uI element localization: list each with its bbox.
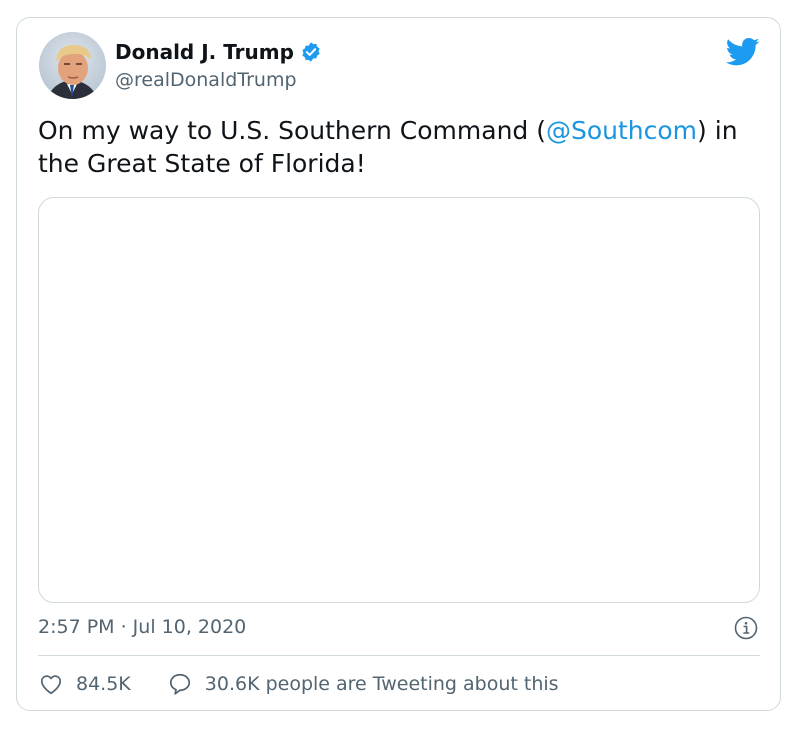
display-name[interactable]: Donald J. Trump (115, 40, 322, 64)
verified-badge-icon (300, 41, 322, 63)
tweet-text-start: On my way to U.S. Southern Command ( (38, 116, 546, 145)
user-handle[interactable]: @realDonaldTrump (115, 68, 297, 92)
mention-link[interactable]: @Southcom (546, 116, 697, 145)
divider (38, 655, 760, 656)
twitter-bird-icon[interactable] (725, 37, 760, 67)
tweet-text: On my way to U.S. Southern Command (@Sou… (38, 114, 758, 180)
conversation-button[interactable]: 30.6K people are Tweeting about this (167, 671, 559, 697)
like-button[interactable]: 84.5K (38, 671, 131, 697)
media-placeholder[interactable] (38, 197, 760, 603)
info-icon[interactable] (734, 616, 758, 640)
tweet-timestamp[interactable]: 2:57 PM · Jul 10, 2020 (38, 615, 246, 639)
like-count: 84.5K (76, 673, 131, 695)
display-name-text: Donald J. Trump (115, 40, 294, 64)
tweet-card: Donald J. Trump @realDonaldTrump On my w… (16, 17, 781, 711)
speech-bubble-icon (169, 673, 190, 695)
conversation-text: 30.6K people are Tweeting about this (204, 673, 559, 695)
tweet-actions: 84.5K 30.6K people are Tweeting about th… (38, 671, 559, 697)
heart-icon (40, 675, 62, 695)
avatar[interactable] (39, 32, 106, 99)
